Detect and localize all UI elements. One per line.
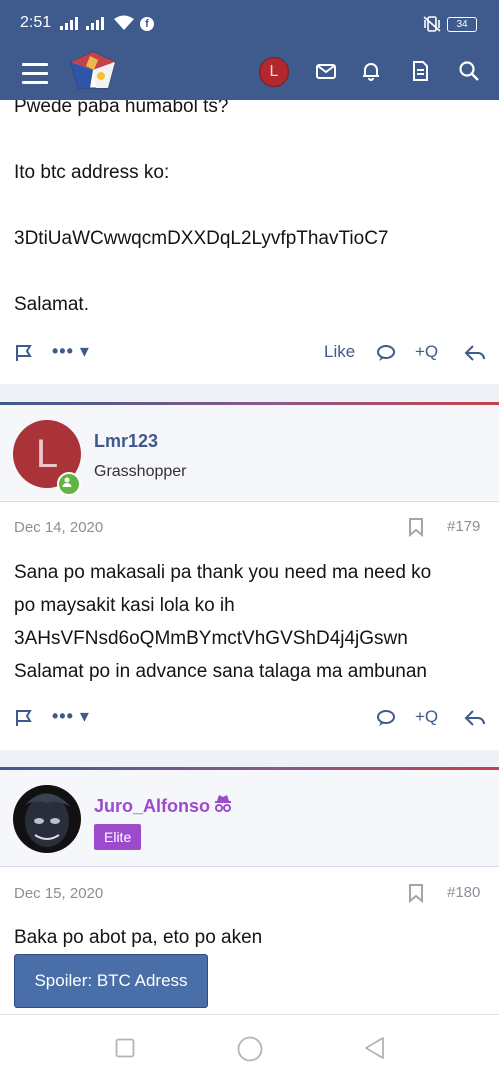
facebook-icon: f xyxy=(140,17,154,31)
bookmark-icon[interactable] xyxy=(408,883,424,903)
post-number[interactable]: #180 xyxy=(447,884,480,901)
search-icon[interactable] xyxy=(458,60,480,82)
message-line: Salamat. xyxy=(14,294,89,315)
wifi-icon xyxy=(114,15,134,30)
back-icon[interactable] xyxy=(363,1036,385,1060)
app-header: L xyxy=(0,50,499,100)
mail-icon[interactable] xyxy=(315,60,337,82)
status-time: 2:51 xyxy=(20,14,52,31)
post-card: Dec 15, 2020 #180 Baka po abot pa, eto p… xyxy=(0,867,499,1014)
user-avatar[interactable]: L xyxy=(259,57,289,87)
system-nav-bar xyxy=(0,1014,499,1081)
thread-content: Pwede paba humabol ts? Ito btc address k… xyxy=(0,100,499,1014)
document-icon[interactable] xyxy=(409,60,431,82)
like-button[interactable]: Like xyxy=(324,342,355,362)
avatar[interactable] xyxy=(13,785,81,853)
post-actions: ••• ▾ +Q xyxy=(0,698,499,738)
post-actions: ••• ▾ Like +Q xyxy=(0,333,499,373)
menu-icon[interactable] xyxy=(22,63,48,85)
incognito-icon xyxy=(215,795,231,812)
signal-icon xyxy=(60,17,78,30)
message-line: 3AHsVFNsd6oQMmBYmctVhGVShD4j4jGswn xyxy=(14,628,408,649)
more-options-button[interactable]: ••• ▾ xyxy=(52,706,90,727)
signal-icon xyxy=(86,17,104,30)
post-user-header: L Lmr123 Grasshopper xyxy=(0,405,499,502)
post-card: Pwede paba humabol ts? Ito btc address k… xyxy=(0,100,499,384)
message-line: 3DtiUaWCwwqcmDXXDqL2LyvfpThavTioC7 xyxy=(14,228,389,249)
message-line: Pwede paba humabol ts? xyxy=(14,100,229,117)
post-date[interactable]: Dec 14, 2020 xyxy=(14,519,103,536)
home-icon[interactable] xyxy=(237,1036,263,1062)
comment-icon[interactable] xyxy=(376,344,396,362)
bell-icon[interactable] xyxy=(360,60,382,82)
user-rank-badge: Elite xyxy=(94,824,142,850)
spoiler-button[interactable]: Spoiler: BTC Adress xyxy=(14,954,208,1008)
reply-arrow-icon[interactable] xyxy=(464,343,486,363)
username-link[interactable]: Lmr123 xyxy=(94,431,158,452)
message-line: Baka po abot pa, eto po aken xyxy=(14,927,263,948)
username-link[interactable]: Juro_Alfonso xyxy=(94,796,210,817)
comment-icon[interactable] xyxy=(376,709,396,727)
post-message: Pwede paba humabol ts? Ito btc address k… xyxy=(14,100,388,321)
vibrate-icon xyxy=(423,16,441,32)
more-options-button[interactable]: ••• ▾ xyxy=(52,341,90,362)
message-line: Salamat po in advance sana talaga ma amb… xyxy=(14,661,427,682)
post-card: Dec 14, 2020 #179 Sana po makasali pa th… xyxy=(0,502,499,750)
online-status-icon xyxy=(57,472,81,496)
site-logo[interactable] xyxy=(68,50,118,92)
user-title: Grasshopper xyxy=(94,463,187,480)
message-line: po maysakit kasi lola ko ih xyxy=(14,595,235,616)
post-message: Sana po makasali pa thank you need ma ne… xyxy=(14,556,431,688)
message-line: Ito btc address ko: xyxy=(14,162,170,183)
battery-icon: 34 xyxy=(447,17,477,32)
reply-arrow-icon[interactable] xyxy=(464,708,486,728)
status-bar: 2:51 f 34 xyxy=(0,0,499,50)
post-message: Baka po abot pa, eto po aken xyxy=(14,921,262,954)
multi-quote-button[interactable]: +Q xyxy=(415,342,438,362)
recents-icon[interactable] xyxy=(115,1038,135,1058)
post-number[interactable]: #179 xyxy=(447,518,480,535)
bookmark-icon[interactable] xyxy=(408,517,424,537)
report-flag-icon[interactable] xyxy=(14,343,34,363)
post-meta: Dec 14, 2020 #179 xyxy=(0,507,499,547)
post-user-header: Juro_Alfonso Elite xyxy=(0,770,499,867)
report-flag-icon[interactable] xyxy=(14,708,34,728)
post-date[interactable]: Dec 15, 2020 xyxy=(14,885,103,902)
message-line: Sana po makasali pa thank you need ma ne… xyxy=(14,562,432,583)
multi-quote-button[interactable]: +Q xyxy=(415,707,438,727)
post-meta: Dec 15, 2020 #180 xyxy=(0,873,499,913)
